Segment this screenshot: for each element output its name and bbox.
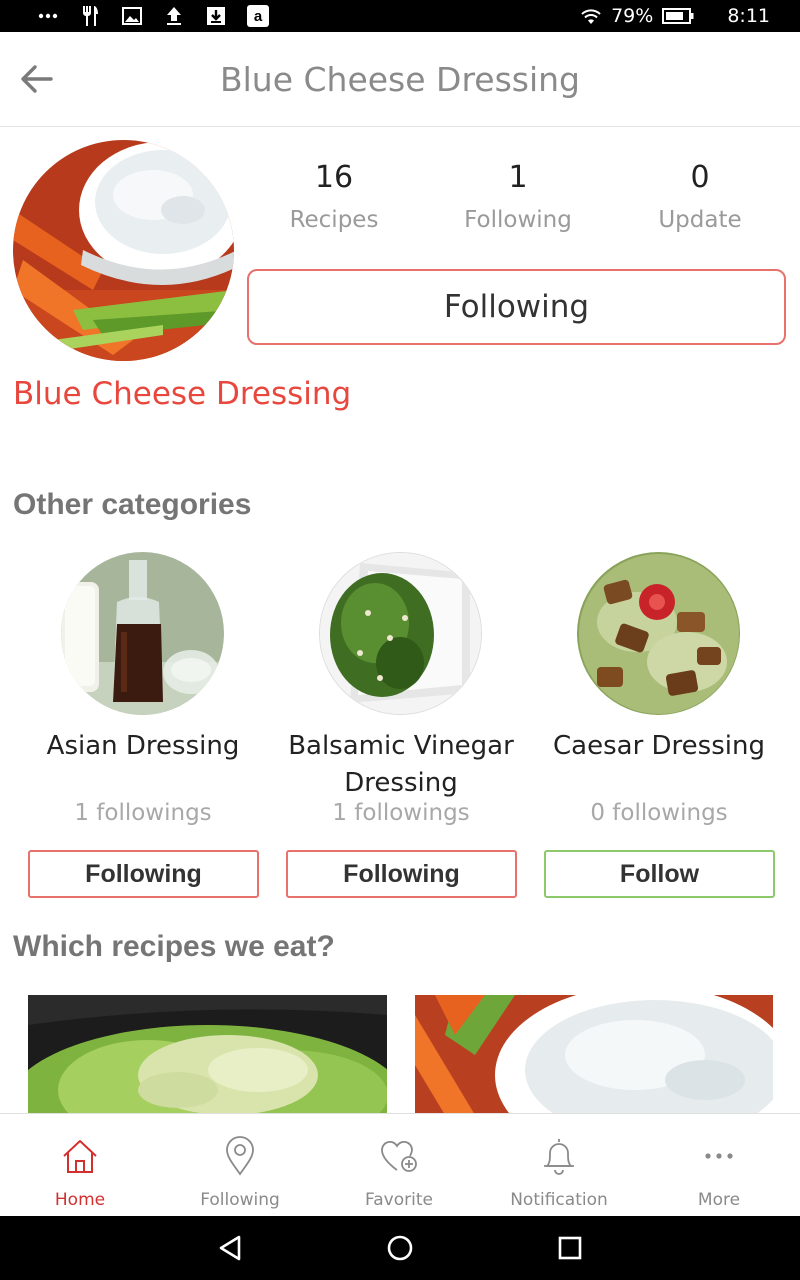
battery-percent: 79% [611,5,654,27]
download-icon [204,4,228,28]
stat-update[interactable]: 0 Update [620,156,780,240]
balsamic-vinegar-dressing-photo [320,553,481,714]
status-bar-system: 79% 8:11 [579,4,770,28]
wifi-icon [579,4,603,28]
recipe-card[interactable] [28,995,387,1115]
more-dots-icon [697,1134,741,1178]
section-title-other-categories: Other categories [13,488,252,521]
recents-square-icon[interactable] [550,1228,590,1268]
category-image[interactable] [61,552,224,715]
section-title-which-recipes: Which recipes we eat? [13,930,335,963]
nav-label: More [697,1190,741,1210]
category-name: Balsamic Vinegar Dressing [288,731,514,798]
status-bar: a 79% 8:11 [0,0,800,32]
bottom-navigation: Home Following Favorite Notification Mor… [0,1113,800,1216]
top-app-bar: Blue Cheese Dressing [0,32,800,127]
stat-value: 1 [508,160,528,195]
location-pin-icon [218,1134,262,1178]
more-dots-icon [36,4,60,28]
bell-icon [537,1134,581,1178]
nav-label: Following [200,1190,280,1210]
blue-cheese-dressing-photo [13,140,234,361]
utensils-icon [78,4,102,28]
clock: 8:11 [727,5,770,27]
nav-label: Home [54,1190,106,1210]
nav-notification[interactable]: Notification [479,1114,639,1217]
system-navigation-bar [0,1216,800,1280]
category-name: Caesar Dressing [553,731,765,761]
stat-label: Following [464,207,572,233]
stat-value: 16 [314,160,354,195]
category-avatar [13,140,234,361]
following-button[interactable]: Following [28,850,259,898]
following-button[interactable]: Following [247,269,786,345]
following-button[interactable]: Following [286,850,517,898]
asian-dressing-photo [61,552,224,715]
recipe-card[interactable] [415,995,773,1115]
category-image[interactable] [319,552,482,715]
stat-label: Recipes [289,207,379,233]
stat-following[interactable]: 1 Following [438,156,598,240]
status-bar-notifications: a [36,4,270,28]
recipe-photo [415,995,773,1115]
profile-stats: 16 Recipes 1 Following 0 Update [246,156,786,246]
category-followings-count: 0 followings [590,800,728,826]
battery-icon [661,4,695,28]
back-triangle-icon[interactable] [210,1228,250,1268]
nav-following[interactable]: Following [160,1114,320,1217]
nav-more[interactable]: More [639,1114,799,1217]
upload-icon [162,4,186,28]
category-followings-count: 1 followings [74,800,212,826]
category-name: Blue Cheese Dressing [13,376,352,412]
svg-text:a: a [254,8,263,25]
caesar-dressing-photo [577,552,740,715]
nav-label: Notification [510,1190,608,1210]
nav-home[interactable]: Home [0,1114,160,1217]
follow-button[interactable]: Follow [544,850,775,898]
amazon-icon: a [246,4,270,28]
category-followings-count: 1 followings [332,800,470,826]
heart-plus-icon [377,1134,421,1178]
stat-recipes[interactable]: 16 Recipes [254,156,414,240]
recipe-photo [28,995,387,1115]
nav-label: Favorite [365,1190,433,1210]
nav-favorite[interactable]: Favorite [319,1114,479,1217]
image-icon [120,4,144,28]
category-image[interactable] [577,552,740,715]
stat-value: 0 [690,160,710,195]
category-name: Asian Dressing [46,731,240,761]
stat-label: Update [658,207,742,233]
page-title: Blue Cheese Dressing [219,60,581,99]
home-circle-icon[interactable] [380,1228,420,1268]
home-icon [58,1134,102,1178]
